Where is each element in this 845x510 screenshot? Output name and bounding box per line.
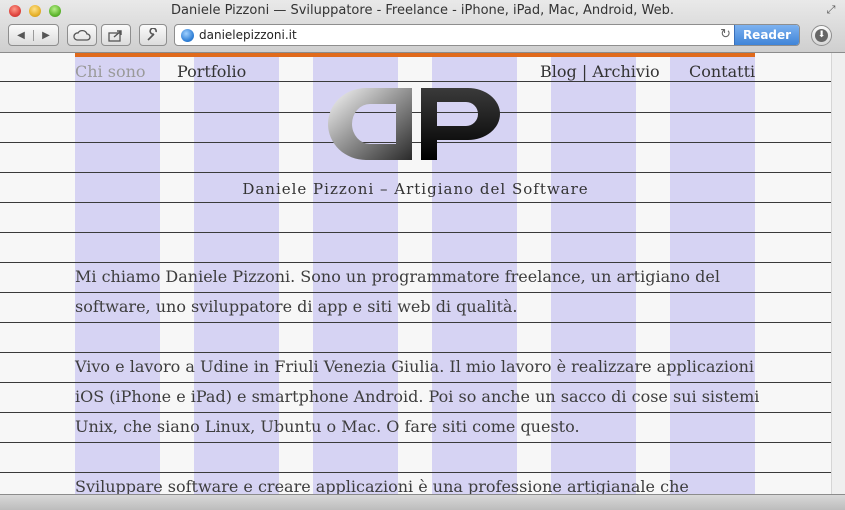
reload-icon[interactable]: ↻ xyxy=(720,27,731,42)
globe-icon xyxy=(181,29,194,42)
share-icon xyxy=(108,29,122,42)
location-paragraph: Vivo e lavoro a Udine in Friuli Venezia … xyxy=(75,357,760,436)
baseline-line xyxy=(0,322,831,323)
tools-button[interactable] xyxy=(139,24,167,46)
nav-link-blog-archive[interactable]: Blog | Archivio xyxy=(540,62,660,81)
status-bar xyxy=(0,494,845,510)
baseline-line xyxy=(0,202,831,203)
header-accent-bar xyxy=(75,53,755,57)
address-bar[interactable]: danielepizzoni.it ↻ Reader xyxy=(174,24,800,46)
baseline-line xyxy=(0,81,831,82)
reader-button[interactable]: Reader xyxy=(734,25,799,45)
window-title: Daniele Pizzoni — Sviluppatore - Freelan… xyxy=(171,3,674,18)
fullscreen-icon[interactable]: ⤢ xyxy=(825,4,837,16)
downloads-button[interactable]: ⬇ xyxy=(811,25,832,46)
baseline-line xyxy=(0,172,831,173)
icloud-tabs-button[interactable] xyxy=(67,24,97,46)
cloud-icon xyxy=(73,29,91,41)
nav-link-contact[interactable]: Contatti xyxy=(689,62,755,81)
nav-link-portfolio[interactable]: Portfolio xyxy=(177,62,246,81)
back-forward-group: ◀ ▶ xyxy=(8,24,59,46)
web-page: Chi sono Portfolio Blog | Archivio Conta… xyxy=(0,53,845,494)
forward-arrow-icon[interactable]: ▶ xyxy=(33,29,58,41)
download-arrow-icon: ⬇ xyxy=(815,29,828,42)
back-arrow-icon[interactable]: ◀ xyxy=(9,30,33,41)
dp-logo[interactable]: DP xyxy=(326,86,504,161)
baseline-line xyxy=(0,442,831,443)
site-tagline: Daniele Pizzoni – Artigiano del Software xyxy=(242,180,589,198)
nav-link-about[interactable]: Chi sono xyxy=(75,62,146,81)
vertical-scrollbar[interactable] xyxy=(831,53,845,494)
wrench-icon xyxy=(147,28,157,41)
browser-toolbar: Daniele Pizzoni — Sviluppatore - Freelan… xyxy=(0,0,845,53)
craft-paragraph: Sviluppare software e creare applicazion… xyxy=(75,477,689,494)
url-text[interactable]: danielepizzoni.it xyxy=(199,28,297,42)
share-button[interactable] xyxy=(101,24,131,46)
baseline-line xyxy=(0,232,831,233)
intro-paragraph: Mi chiamo Daniele Pizzoni. Sono un progr… xyxy=(75,267,720,316)
